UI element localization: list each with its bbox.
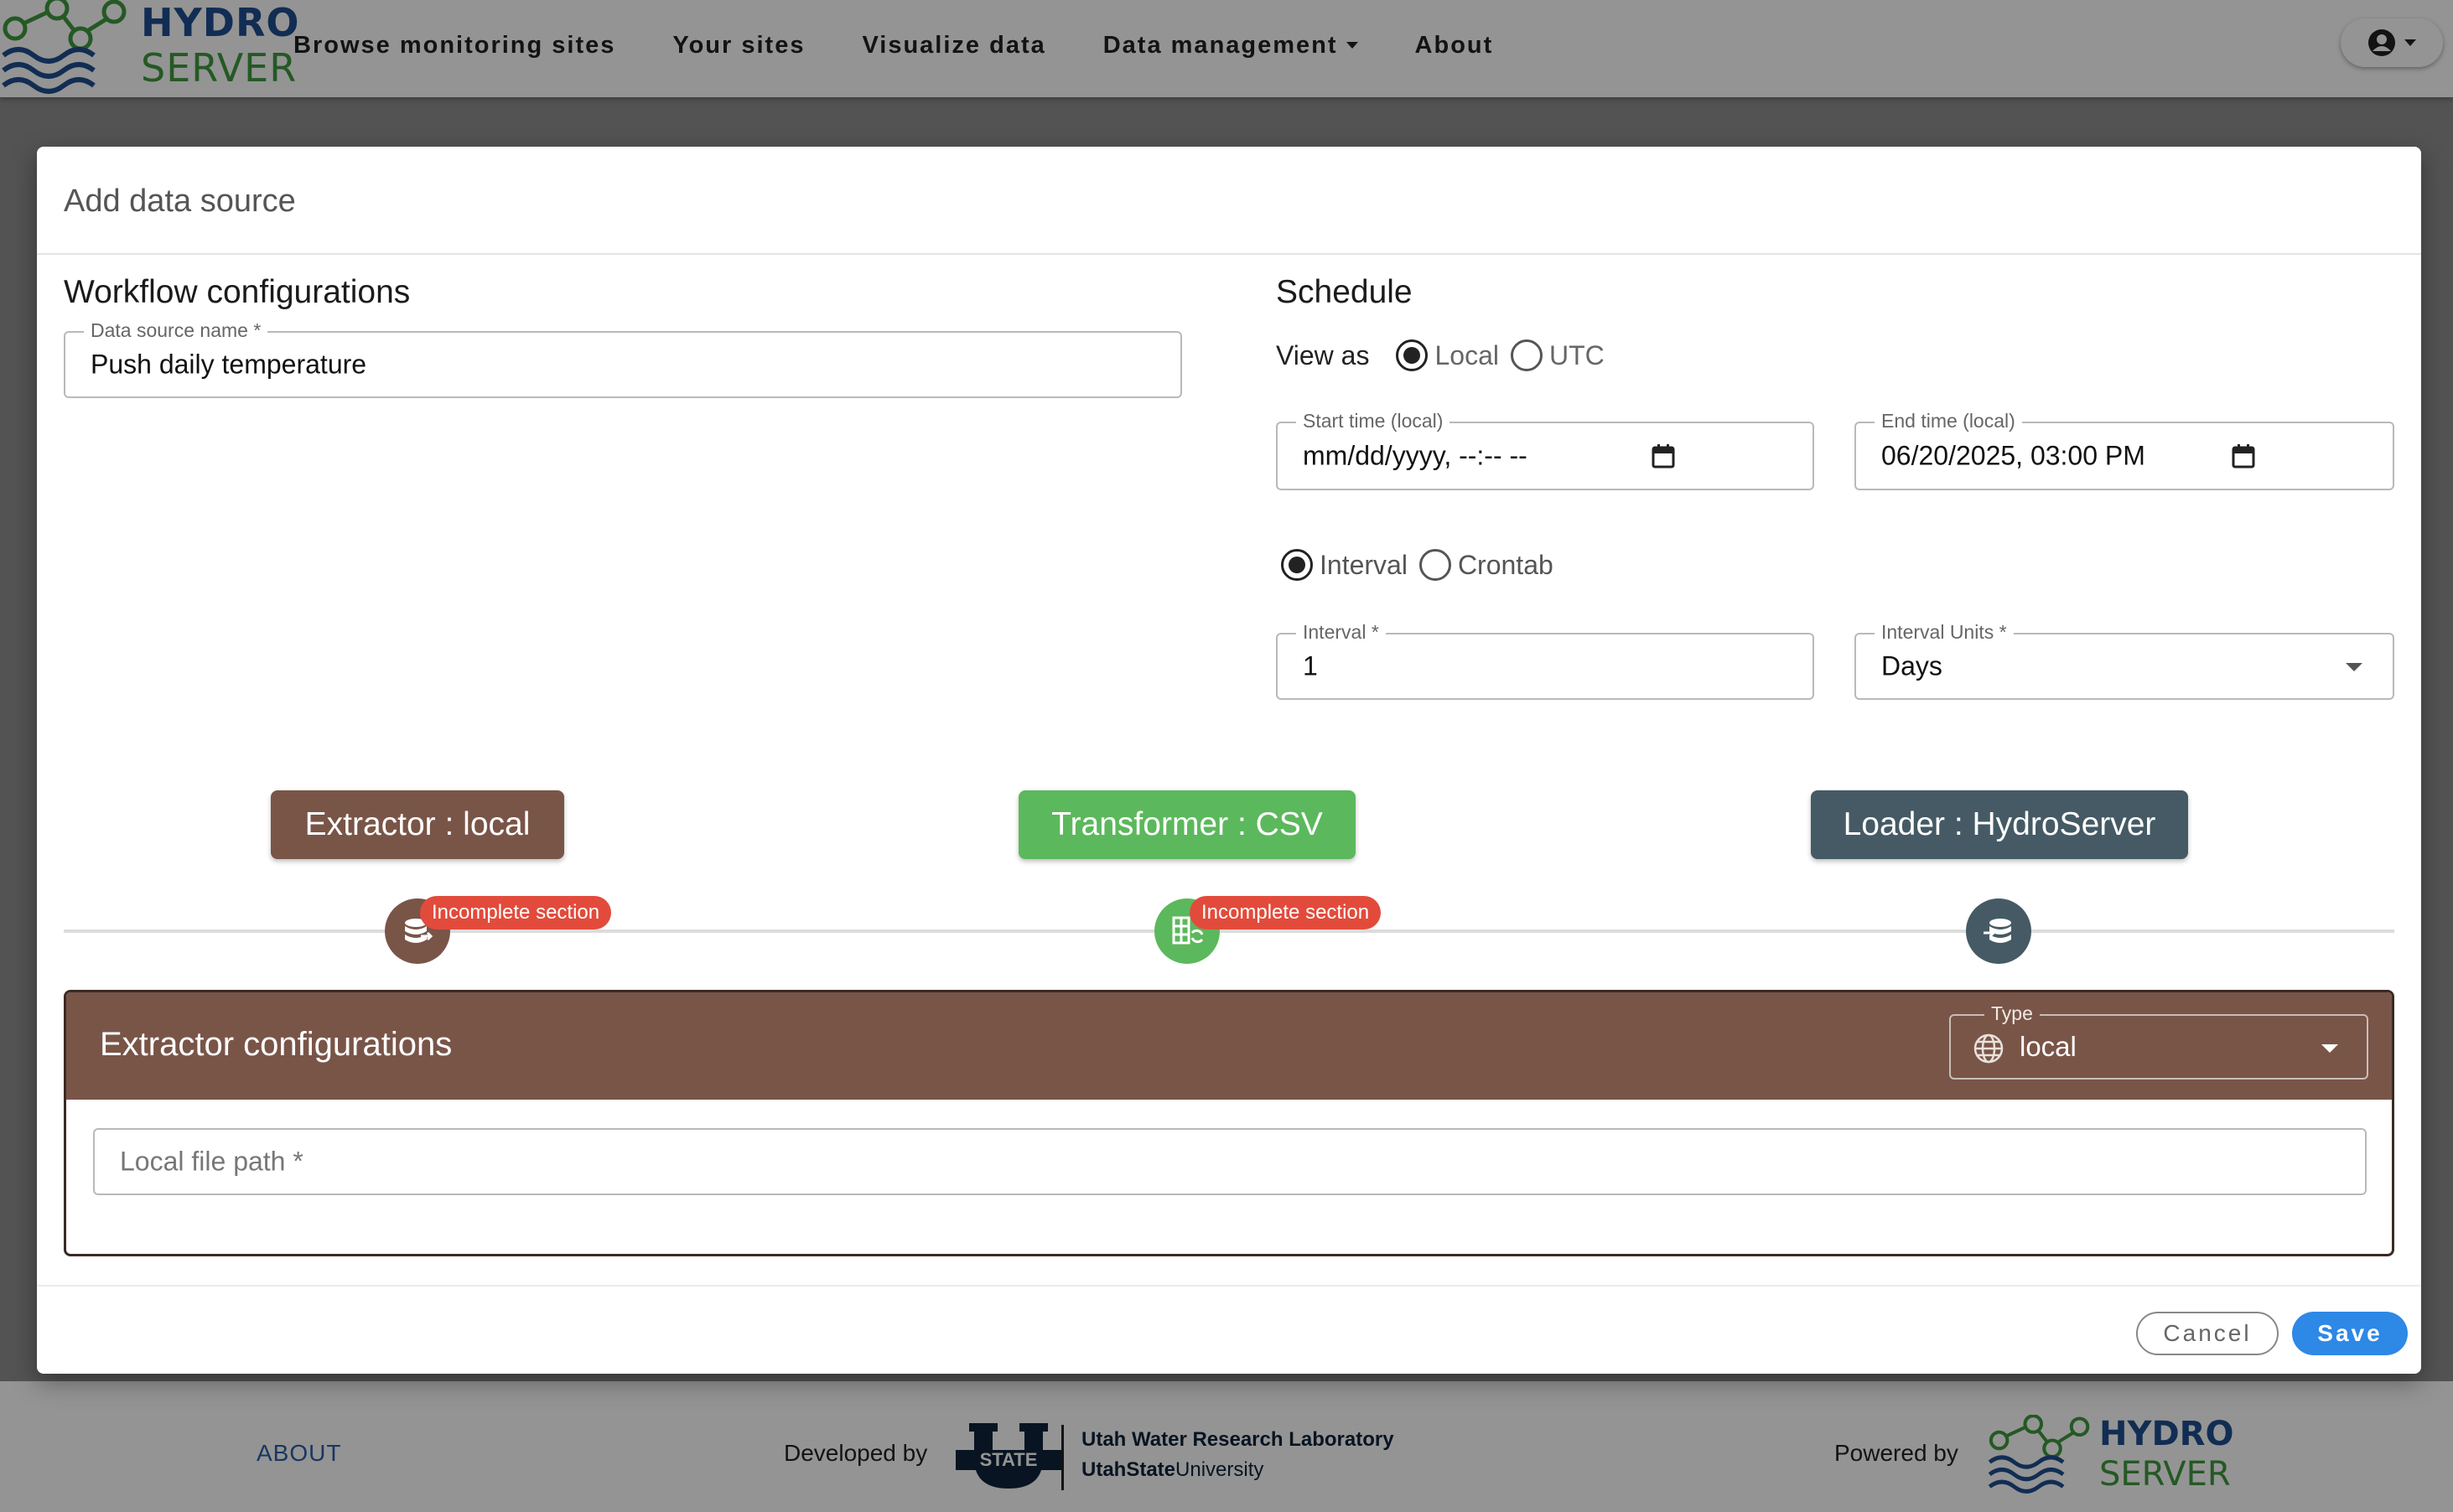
view-utc-radio[interactable] <box>1510 339 1543 371</box>
dropdown-arrow-icon <box>2346 663 2362 671</box>
local-file-path-placeholder: Local file path * <box>120 1146 303 1177</box>
extractor-chip[interactable]: Extractor : local <box>271 790 564 859</box>
dropdown-arrow-icon <box>2321 1044 2338 1053</box>
end-time-value: 06/20/2025, 03:00 PM <box>1881 440 2145 471</box>
view-as-label: View as <box>1276 339 1370 370</box>
start-time-label: Start time (local) <box>1296 410 1450 432</box>
add-data-source-dialog: Add data source Workflow configurations … <box>37 147 2421 1374</box>
dialog-divider <box>37 253 2421 255</box>
interval-units-value: Days <box>1881 650 1942 681</box>
extractor-config-panel: Extractor configurations Type local Loca… <box>64 990 2394 1256</box>
local-file-path-field[interactable]: Local file path * <box>93 1128 2367 1195</box>
extractor-incomplete-badge: Incomplete section <box>420 896 612 929</box>
interval-units-select[interactable]: Interval Units * Days <box>1854 621 2394 700</box>
interval-value: 1 <box>1303 650 1318 681</box>
view-utc-label[interactable]: UTC <box>1549 340 1605 371</box>
interval-radio-label[interactable]: Interval <box>1320 550 1408 581</box>
database-import-icon <box>1984 919 2011 943</box>
crontab-radio-label[interactable]: Crontab <box>1458 550 1553 581</box>
start-time-value: mm/dd/yyyy, --:-- -- <box>1303 440 1527 471</box>
dialog-actions-divider <box>37 1285 2421 1287</box>
workflow-heading: Workflow configurations <box>64 274 411 310</box>
interval-radio[interactable] <box>1281 549 1313 581</box>
schedule-mode-group: Interval Crontab <box>1281 549 1553 581</box>
data-source-name-label: Data source name * <box>84 319 268 342</box>
extractor-config-header: Extractor configurations Type local <box>66 992 2392 1100</box>
extractor-type-value: local <box>2020 1031 2077 1062</box>
globe-icon <box>1973 1033 2004 1064</box>
dialog-title: Add data source <box>64 184 296 219</box>
crontab-radio[interactable] <box>1418 549 1451 581</box>
loader-step-button[interactable] <box>1966 898 2031 964</box>
calendar-icon[interactable] <box>2232 443 2255 469</box>
view-as-group: View as Local UTC <box>1276 339 1605 371</box>
cancel-button[interactable]: Cancel <box>2136 1312 2279 1355</box>
end-time-field[interactable]: End time (local) 06/20/2025, 03:00 PM <box>1854 410 2394 490</box>
view-local-radio[interactable] <box>1396 339 1429 371</box>
view-local-label[interactable]: Local <box>1434 340 1499 371</box>
save-button[interactable]: Save <box>2292 1312 2408 1355</box>
extractor-type-label: Type <box>1984 1002 2040 1025</box>
interval-label: Interval * <box>1296 621 1386 644</box>
extractor-config-title: Extractor configurations <box>100 1026 453 1063</box>
start-time-field[interactable]: Start time (local) mm/dd/yyyy, --:-- -- <box>1276 410 1814 490</box>
data-source-name-value: Push daily temperature <box>91 349 367 380</box>
extractor-type-select[interactable]: Type local <box>1949 1002 2368 1080</box>
transformer-chip[interactable]: Transformer : CSV <box>1019 790 1356 859</box>
schedule-heading: Schedule <box>1276 274 1413 310</box>
calendar-icon[interactable] <box>1652 443 1675 469</box>
data-source-name-field[interactable]: Data source name * Push daily temperatur… <box>64 319 1182 398</box>
end-time-label: End time (local) <box>1875 410 2022 432</box>
loader-chip[interactable]: Loader : HydroServer <box>1811 790 2188 859</box>
interval-field[interactable]: Interval * 1 <box>1276 621 1814 700</box>
transformer-incomplete-badge: Incomplete section <box>1190 896 1382 929</box>
interval-units-label: Interval Units * <box>1875 621 2014 644</box>
